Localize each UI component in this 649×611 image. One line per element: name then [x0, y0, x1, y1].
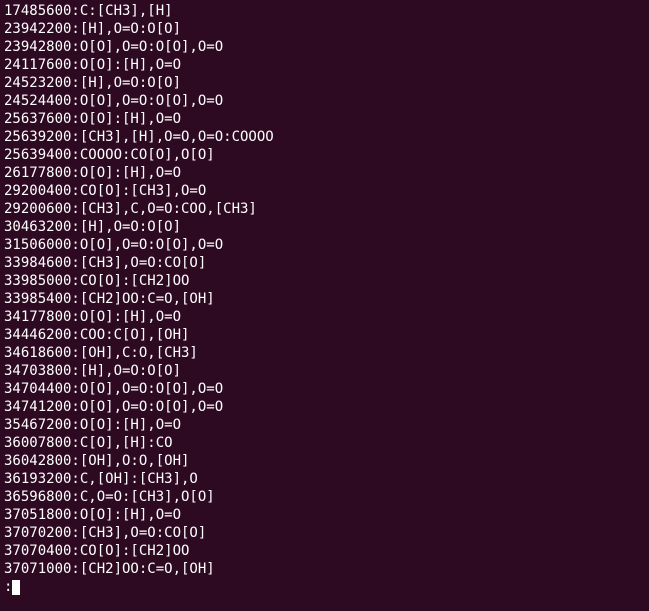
output-line: 34704400:O[O],O=O:O[O],O=O [4, 380, 645, 398]
output-line: 34741200:O[O],O=O:O[O],O=O [4, 398, 645, 416]
output-line: 29200600:[CH3],C,O=O:COO,[CH3] [4, 200, 645, 218]
output-line: 36007800:C[O],[H]:CO [4, 434, 645, 452]
terminal-output[interactable]: 17485600:C:[CH3],[H]23942200:[H],O=O:O[O… [0, 0, 649, 611]
output-line: 25639400:COOOO:CO[O],O[O] [4, 146, 645, 164]
pager-prompt: : [4, 578, 12, 596]
output-line: 23942800:O[O],O=O:O[O],O=O [4, 38, 645, 56]
output-line: 24524400:O[O],O=O:O[O],O=O [4, 92, 645, 110]
output-line: 37070200:[CH3],O=O:CO[O] [4, 524, 645, 542]
output-line: 35467200:O[O]:[H],O=O [4, 416, 645, 434]
pager-prompt-line[interactable]: : [4, 578, 645, 596]
output-line: 17485600:C:[CH3],[H] [4, 2, 645, 20]
cursor [12, 580, 20, 595]
output-line: 37051800:O[O]:[H],O=O [4, 506, 645, 524]
output-line: 36596800:C,O=O:[CH3],O[O] [4, 488, 645, 506]
output-line: 34177800:O[O]:[H],O=O [4, 308, 645, 326]
output-line: 29200400:CO[O]:[CH3],O=O [4, 182, 645, 200]
output-line: 26177800:O[O]:[H],O=O [4, 164, 645, 182]
output-line: 23942200:[H],O=O:O[O] [4, 20, 645, 38]
output-line: 37071000:[CH2]OO:C=O,[OH] [4, 560, 645, 578]
output-line: 34446200:COO:C[O],[OH] [4, 326, 645, 344]
output-line: 33984600:[CH3],O=O:CO[O] [4, 254, 645, 272]
output-line: 25639200:[CH3],[H],O=O,O=O:COOOO [4, 128, 645, 146]
output-line: 33985000:CO[O]:[CH2]OO [4, 272, 645, 290]
output-line: 30463200:[H],O=O:O[O] [4, 218, 645, 236]
output-line: 34618600:[OH],C:O,[CH3] [4, 344, 645, 362]
output-line: 24523200:[H],O=O:O[O] [4, 74, 645, 92]
output-line: 37070400:CO[O]:[CH2]OO [4, 542, 645, 560]
output-line: 33985400:[CH2]OO:C=O,[OH] [4, 290, 645, 308]
output-line: 24117600:O[O]:[H],O=O [4, 56, 645, 74]
output-line: 34703800:[H],O=O:O[O] [4, 362, 645, 380]
output-line: 36193200:C,[OH]:[CH3],O [4, 470, 645, 488]
output-line: 31506000:O[O],O=O:O[O],O=O [4, 236, 645, 254]
output-line: 25637600:O[O]:[H],O=O [4, 110, 645, 128]
output-line: 36042800:[OH],O:O,[OH] [4, 452, 645, 470]
